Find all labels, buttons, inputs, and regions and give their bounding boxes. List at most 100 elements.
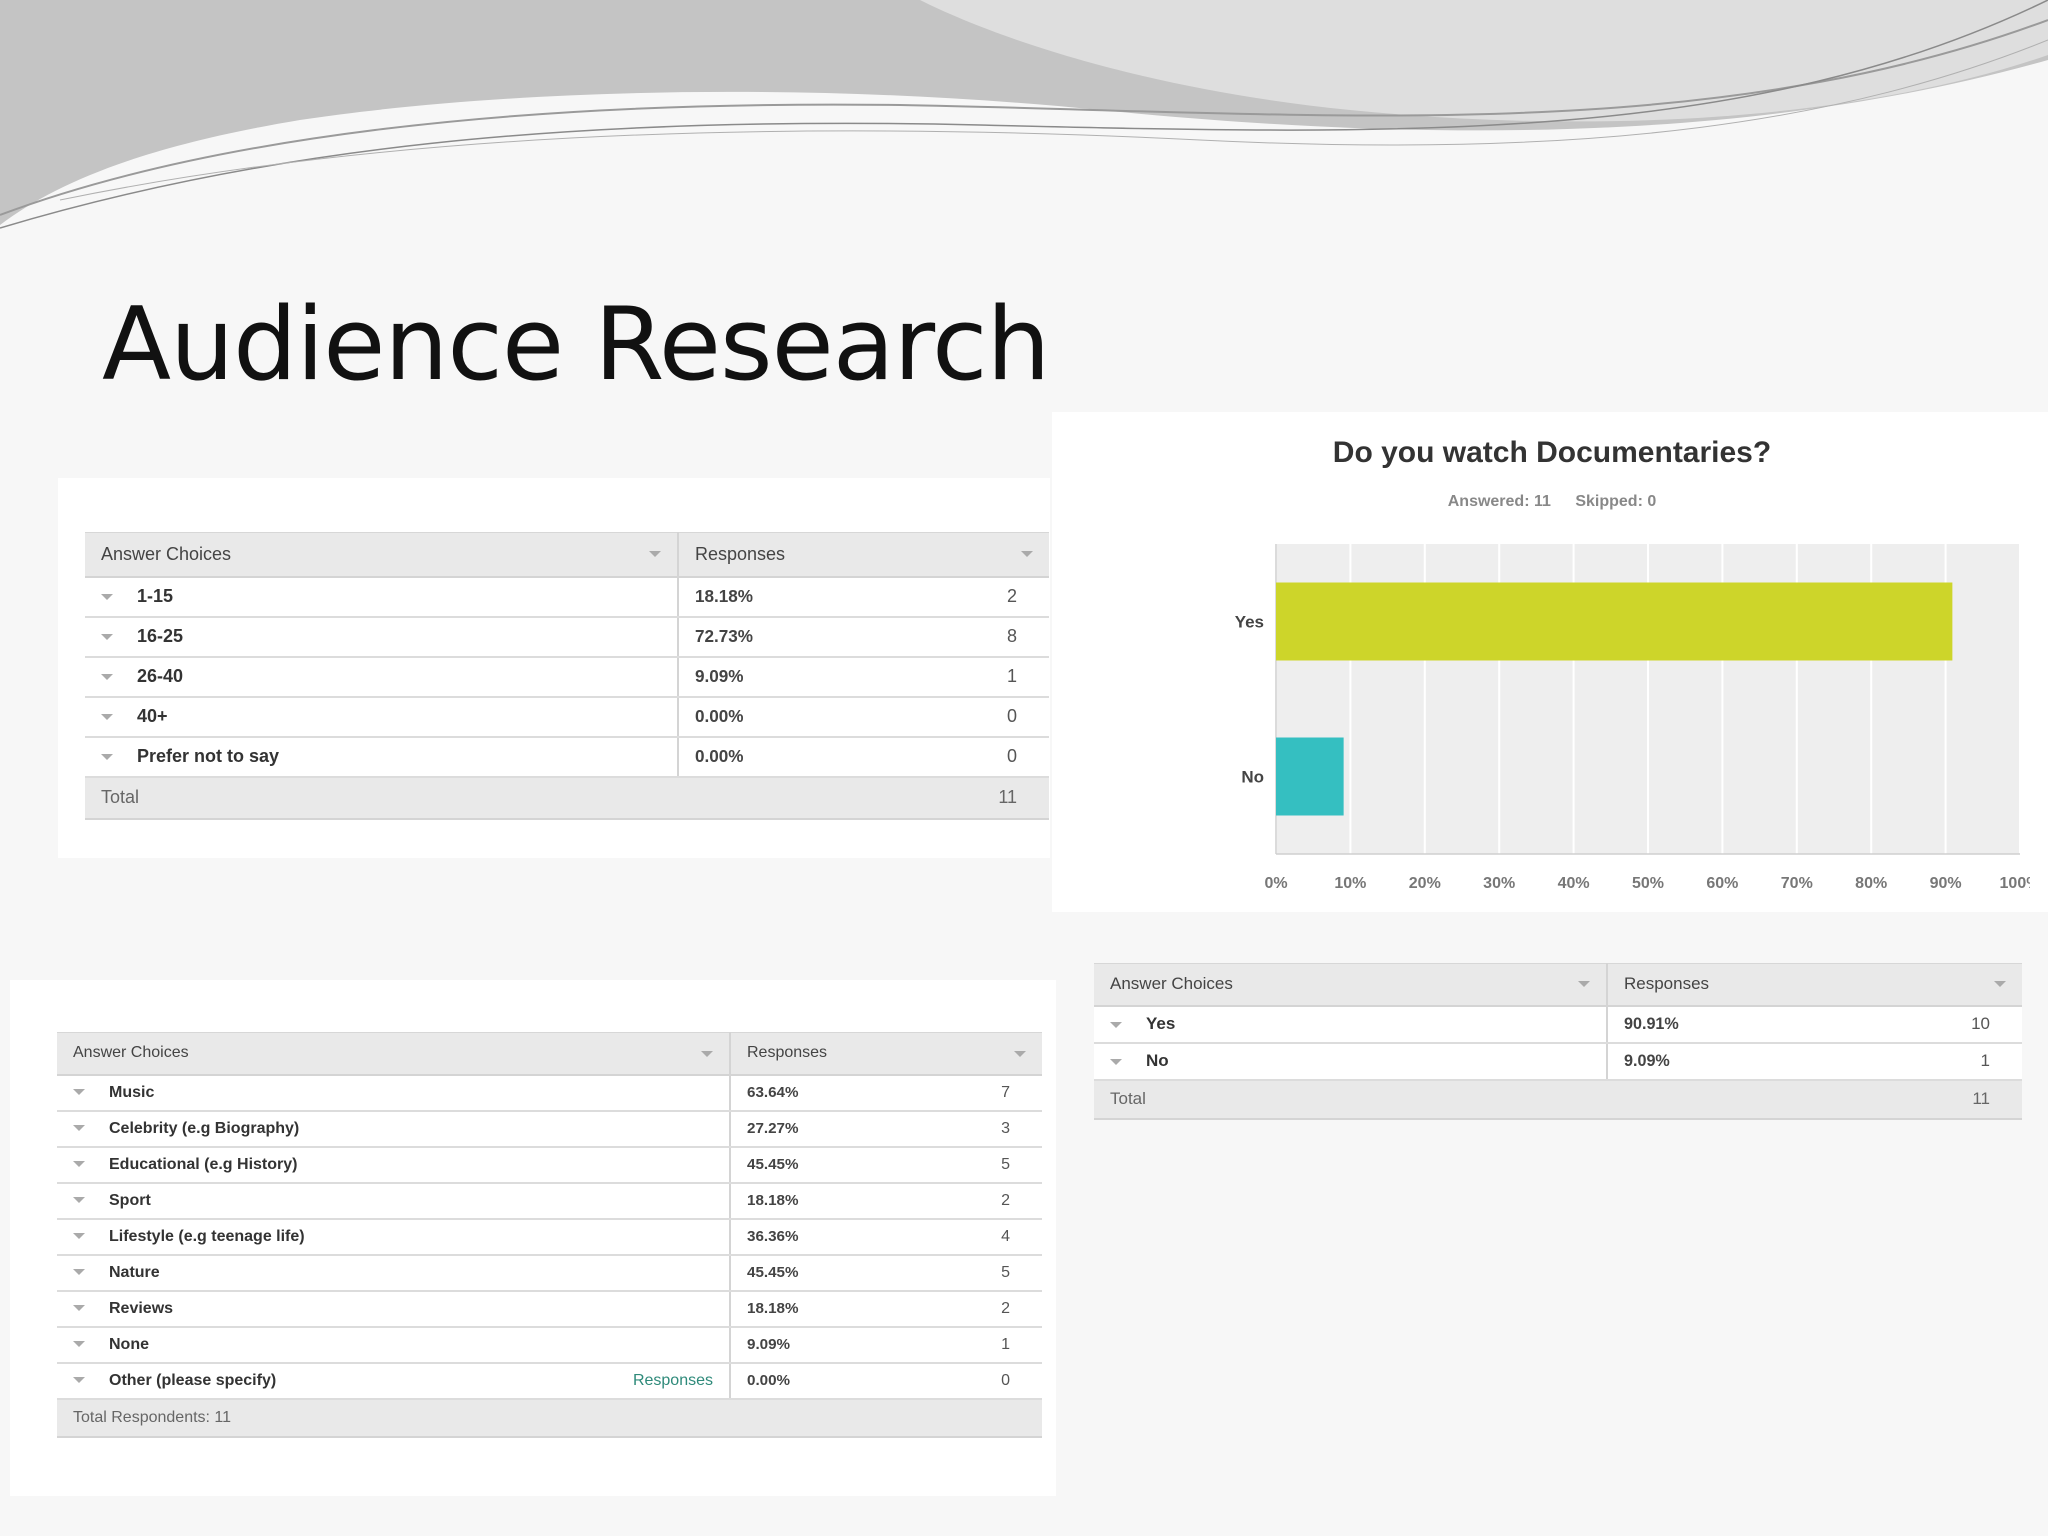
- response-percent: 18.18%: [730, 1290, 917, 1328]
- response-percent: 9.09%: [1607, 1042, 1843, 1081]
- bar-yes: [1276, 582, 1953, 661]
- answer-choice-cell[interactable]: Celebrity (e.g Biography): [57, 1110, 731, 1148]
- expand-arrow-icon[interactable]: [101, 714, 113, 721]
- answer-choice-label: Nature: [109, 1263, 160, 1281]
- table-row: 26-40 9.09% 1: [85, 656, 1049, 698]
- x-tick-label: 0%: [1264, 875, 1287, 892]
- expand-arrow-icon[interactable]: [101, 754, 113, 761]
- answer-choice-cell[interactable]: 16-25: [85, 616, 679, 658]
- sort-arrow-icon[interactable]: [1021, 550, 1033, 557]
- response-count: 1: [1842, 1042, 2022, 1081]
- response-percent: 0.00%: [730, 1362, 917, 1400]
- answer-choice-cell[interactable]: Educational (e.g History): [57, 1146, 731, 1184]
- chart-meta: Answered: 11 Skipped: 0: [1052, 493, 2048, 511]
- expand-arrow-icon[interactable]: [73, 1233, 85, 1240]
- responses-header[interactable]: Responses: [1607, 963, 2022, 1007]
- table-row: Music 63.64% 7: [57, 1074, 1042, 1112]
- response-percent: 45.45%: [730, 1254, 917, 1292]
- answer-choices-header[interactable]: Answer Choices: [57, 1032, 731, 1076]
- response-count: 3: [916, 1110, 1042, 1148]
- expand-arrow-icon[interactable]: [73, 1197, 85, 1204]
- answer-choice-label: 16-25: [137, 626, 184, 646]
- table-row: Other (please specify) Responses 0.00% 0: [57, 1362, 1042, 1400]
- response-percent: 36.36%: [730, 1218, 917, 1256]
- expand-arrow-icon[interactable]: [73, 1305, 85, 1312]
- sort-arrow-icon[interactable]: [649, 550, 661, 557]
- expand-arrow-icon[interactable]: [73, 1269, 85, 1276]
- answer-choice-cell[interactable]: Music: [57, 1074, 731, 1112]
- table-row: Reviews 18.18% 2: [57, 1290, 1042, 1328]
- x-tick-label: 80%: [1855, 875, 1887, 892]
- responses-header[interactable]: Responses: [730, 1032, 1042, 1076]
- expand-arrow-icon[interactable]: [1110, 1021, 1122, 1028]
- response-count: 2: [916, 1182, 1042, 1220]
- expand-arrow-icon[interactable]: [73, 1377, 85, 1384]
- answer-choice-label: Celebrity (e.g Biography): [109, 1119, 300, 1137]
- answer-choice-cell[interactable]: Nature: [57, 1254, 731, 1292]
- sort-arrow-icon[interactable]: [701, 1051, 713, 1058]
- answer-choice-cell[interactable]: Yes: [1094, 1005, 1608, 1044]
- expand-arrow-icon[interactable]: [101, 594, 113, 601]
- answer-choice-label: Sport: [109, 1191, 151, 1209]
- response-count: 5: [916, 1146, 1042, 1184]
- response-percent: 18.18%: [730, 1182, 917, 1220]
- response-percent: 45.45%: [730, 1146, 917, 1184]
- table-row: Prefer not to say 0.00% 0: [85, 736, 1049, 778]
- sort-arrow-icon[interactable]: [1994, 981, 2006, 988]
- table-row: Celebrity (e.g Biography) 27.27% 3: [57, 1110, 1042, 1148]
- sort-arrow-icon[interactable]: [1014, 1051, 1026, 1058]
- expand-arrow-icon[interactable]: [73, 1341, 85, 1348]
- response-count: 7: [916, 1074, 1042, 1112]
- documentaries-responses-table: Answer Choices Responses Yes 90.91% 10 No 9.…: [1094, 963, 2022, 1120]
- answer-choice-cell[interactable]: Lifestyle (e.g teenage life): [57, 1218, 731, 1256]
- table-row: No 9.09% 1: [1094, 1042, 2022, 1081]
- total-value: 11: [1842, 1079, 2022, 1120]
- documentaries-bar-chart: 0% 10% 20% 30% 40% 50% 60% 70% 80% 90% 100% Yes No: [1235, 544, 2030, 892]
- answer-choice-cell[interactable]: No: [1094, 1042, 1608, 1081]
- slide-title: Audience Research: [102, 285, 1050, 403]
- response-percent: 72.73%: [678, 616, 893, 658]
- response-count: 2: [916, 1290, 1042, 1328]
- expand-arrow-icon[interactable]: [73, 1161, 85, 1168]
- response-count: 0: [916, 1362, 1042, 1400]
- answer-choice-cell[interactable]: 1-15: [85, 576, 679, 618]
- answer-choice-cell[interactable]: Other (please specify) Responses: [57, 1362, 731, 1400]
- table-row: Educational (e.g History) 45.45% 5: [57, 1146, 1042, 1184]
- expand-arrow-icon[interactable]: [101, 674, 113, 681]
- x-tick-label: 90%: [1930, 875, 1962, 892]
- response-percent: 27.27%: [730, 1110, 917, 1148]
- response-count: 0: [892, 696, 1049, 738]
- answer-choice-cell[interactable]: Sport: [57, 1182, 731, 1220]
- expand-arrow-icon[interactable]: [73, 1089, 85, 1096]
- total-row: Total 11: [1094, 1079, 2022, 1120]
- response-count: 10: [1842, 1005, 2022, 1044]
- total-row: Total 11: [85, 776, 1049, 820]
- responses-link[interactable]: Responses: [633, 1372, 713, 1390]
- expand-arrow-icon[interactable]: [101, 634, 113, 641]
- responses-header[interactable]: Responses: [678, 532, 1049, 578]
- response-percent: 9.09%: [678, 656, 893, 698]
- table-row: Yes 90.91% 10: [1094, 1005, 2022, 1044]
- age-responses-table: Answer Choices Responses 1-15 18.18% 2 16-2…: [85, 532, 1049, 820]
- response-count: 1: [892, 656, 1049, 698]
- response-percent: 90.91%: [1607, 1005, 1843, 1044]
- answer-choice-cell[interactable]: Reviews: [57, 1290, 731, 1328]
- response-count: 0: [892, 736, 1049, 778]
- table-row: 16-25 72.73% 8: [85, 616, 1049, 658]
- answer-choice-label: No: [1146, 1051, 1169, 1070]
- answer-choice-label: 1-15: [137, 586, 174, 606]
- answer-choice-label: Music: [109, 1083, 155, 1101]
- answer-choice-cell[interactable]: 40+: [85, 696, 679, 738]
- response-percent: 18.18%: [678, 576, 893, 618]
- total-spacer: [1607, 1079, 1843, 1120]
- sort-arrow-icon[interactable]: [1578, 981, 1590, 988]
- answer-choice-label: 26-40: [137, 666, 184, 686]
- answer-choice-cell[interactable]: 26-40: [85, 656, 679, 698]
- answer-choice-label: Reviews: [109, 1299, 174, 1317]
- answer-choice-cell[interactable]: Prefer not to say: [85, 736, 679, 778]
- answer-choice-cell[interactable]: None: [57, 1326, 731, 1364]
- answer-choices-header[interactable]: Answer Choices: [85, 532, 679, 578]
- expand-arrow-icon[interactable]: [1110, 1058, 1122, 1065]
- expand-arrow-icon[interactable]: [73, 1125, 85, 1132]
- answer-choices-header[interactable]: Answer Choices: [1094, 963, 1608, 1007]
